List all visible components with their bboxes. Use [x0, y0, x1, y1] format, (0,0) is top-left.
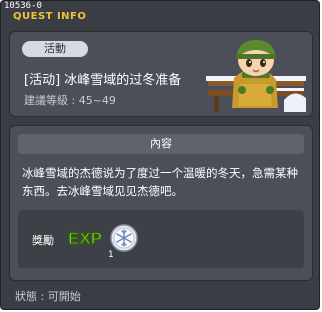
exp-icon: EXP [67, 228, 102, 248]
quest-name: [活动] 冰峰雪域的过冬准备 [24, 73, 182, 88]
quest-id: 10536-0 [4, 1, 42, 11]
quest-content-card: 內容 冰峰雪域的杰德说为了度过一个温暖的冬天，急需某种东西。去冰峰雪域见见杰德吧… [9, 125, 313, 281]
reward-item-count: 1 [108, 250, 114, 260]
quest-status: 狀態 : 可開始 [15, 290, 81, 303]
snowflake-coin-icon[interactable] [110, 224, 138, 252]
reward-label: 獎勵 [32, 234, 54, 247]
quest-description: 冰峰雪域的杰德说为了度过一个温暖的冬天，急需某种东西。去冰峰雪域见见杰德吧。 [22, 166, 298, 198]
recommended-level: 建議等級 : 45~49 [24, 94, 116, 107]
svg-text:EXP: EXP [68, 229, 102, 248]
quest-type-badge: 活動 [22, 41, 88, 57]
reward-box: 獎勵 EXP 1 [18, 210, 304, 268]
quest-header-card: 活動 [活动] 冰峰雪域的过冬准备 建議等級 : 45~49 [9, 31, 313, 117]
npc-portrait-icon [206, 40, 306, 112]
window-title: QUEST INFO [13, 11, 87, 22]
content-section-title: 內容 [18, 134, 304, 154]
quest-info-window: 10536-0 QUEST INFO 活動 [活动] 冰峰雪域的过冬准备 建議等… [0, 0, 320, 310]
